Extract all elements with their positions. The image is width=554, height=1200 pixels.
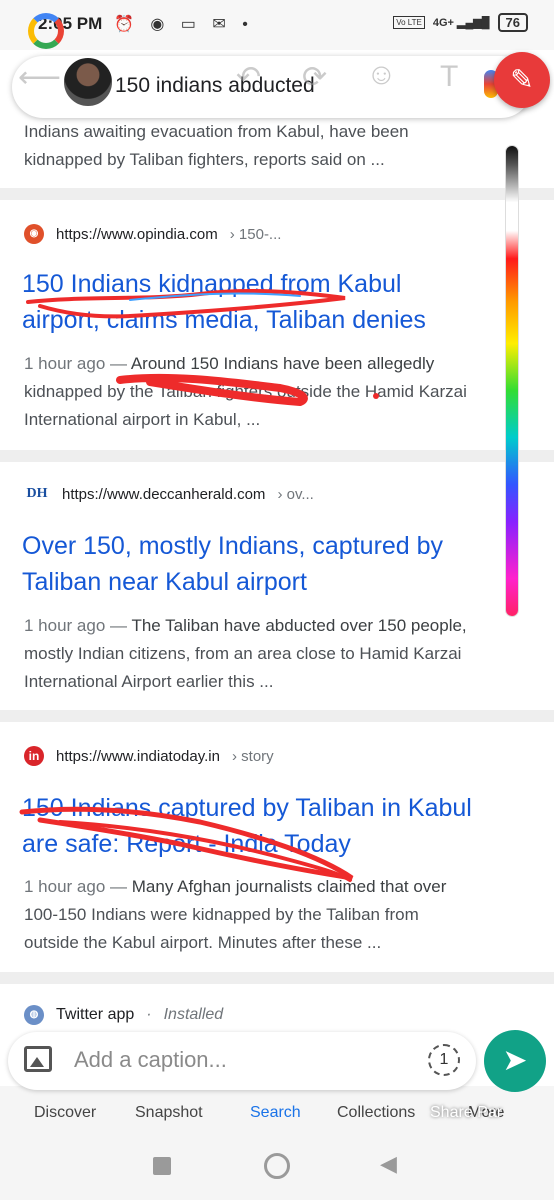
- recents-icon[interactable]: [153, 1157, 171, 1175]
- result-1-title-line2[interactable]: airport, claims media, Taliban denies: [22, 302, 512, 338]
- notification-icons: ⏰ ◉ ▭ ✉ •: [114, 16, 254, 33]
- twitter-app-row[interactable]: ◍ Twitter app · Installed: [24, 1005, 223, 1025]
- result-3-site[interactable]: in https://www.indiatoday.in › story: [24, 746, 274, 766]
- twitter-app-label: Twitter app: [56, 1006, 135, 1023]
- result-1-site[interactable]: ◉ https://www.opindia.com › 150-...: [24, 224, 281, 244]
- back-icon[interactable]: ◀: [380, 1151, 397, 1177]
- result-3-snippet-line1: 1 hour ago — Many Afghan journalists cla…: [24, 877, 447, 896]
- result-1-snippet-line3: International airport in Kabul, ...: [24, 410, 261, 429]
- twitter-separator: ·: [146, 1006, 152, 1023]
- emoji-icon[interactable]: ☺: [366, 58, 397, 92]
- deccanherald-favicon-icon: DH: [26, 486, 48, 501]
- back-arrow-icon[interactable]: ⟵: [18, 60, 61, 95]
- result-3-url: https://www.indiatoday.in: [56, 747, 220, 765]
- gallery-icon[interactable]: [24, 1046, 52, 1072]
- nav-collections[interactable]: Collections: [337, 1104, 415, 1122]
- result-2-snippet-line3: International Airport earlier this ...: [24, 672, 274, 691]
- indiatoday-favicon-icon: in: [24, 746, 44, 766]
- nav-search[interactable]: Search: [250, 1104, 301, 1122]
- result-2-title-line2[interactable]: Taliban near Kabul airport: [22, 564, 512, 600]
- result-2-title-line1[interactable]: Over 150, mostly Indians, captured by: [22, 528, 512, 564]
- volte-icon: Vo LTE: [393, 16, 425, 29]
- divider: [0, 188, 554, 200]
- result-2-crumb: › ov...: [277, 485, 314, 503]
- send-icon: ➤: [502, 1044, 528, 1077]
- result-1-snippet-line2: kidnapped by the Taliban fighters outsid…: [24, 382, 467, 401]
- search-query[interactable]: 150 indians abducted: [115, 74, 315, 98]
- color-picker-slider[interactable]: [505, 145, 519, 617]
- result-1-title-line1[interactable]: 150 Indians kidnapped from Kabul: [22, 266, 512, 302]
- result-3-title-line2[interactable]: are safe: Report - India Today: [22, 826, 512, 862]
- divider: [0, 710, 554, 722]
- send-button[interactable]: ➤: [484, 1030, 546, 1092]
- result-1-age: 1 hour ago —: [24, 354, 128, 373]
- avatar[interactable]: [62, 56, 114, 108]
- nav-discover[interactable]: Discover: [34, 1104, 96, 1122]
- undo-icon[interactable]: ↶: [236, 60, 261, 95]
- divider: [0, 972, 554, 984]
- result-1-url: https://www.opindia.com: [56, 225, 218, 243]
- result-3-age: 1 hour ago —: [24, 877, 128, 896]
- result-1-crumb: › 150-...: [229, 225, 282, 243]
- signal-icon: 4G+ ▂▄▆█: [432, 17, 490, 29]
- home-icon[interactable]: [264, 1153, 290, 1179]
- result-2-snippet-line2: mostly Indian citizens, from an area clo…: [24, 644, 462, 663]
- pencil-icon[interactable]: ✎: [494, 52, 550, 108]
- result-3-snippet-line2: 100-150 Indians were kidnapped by the Ta…: [24, 905, 419, 924]
- snippet-partial-line2: kidnapped by Taliban fighters, reports s…: [24, 150, 385, 169]
- status-right: Vo LTE 4G+ ▂▄▆█ 76: [393, 13, 528, 32]
- result-3-snippet-line3: outside the Kabul airport. Minutes after…: [24, 933, 382, 952]
- globe-icon: ◍: [24, 1005, 44, 1025]
- twitter-installed: Installed: [163, 1006, 224, 1023]
- result-2-site[interactable]: DH https://www.deccanherald.com › ov...: [24, 484, 314, 504]
- divider: [0, 450, 554, 462]
- result-2-url: https://www.deccanherald.com: [62, 485, 266, 503]
- view-once-timer-icon[interactable]: 1: [428, 1044, 460, 1076]
- share-label[interactable]: Share Par: [430, 1104, 502, 1122]
- crop-rotate-icon[interactable]: ⟳: [302, 60, 327, 95]
- battery-icon: 76: [497, 13, 528, 32]
- caption-input[interactable]: Add a caption...: [74, 1047, 227, 1073]
- opindia-favicon-icon: ◉: [24, 224, 44, 244]
- nav-snapshot[interactable]: Snapshot: [135, 1104, 203, 1122]
- snippet-partial-line1: Indians awaiting evacuation from Kabul, …: [24, 122, 409, 141]
- text-tool-icon[interactable]: T: [440, 60, 458, 94]
- google-logo-icon: [28, 13, 64, 49]
- result-3-crumb: › story: [231, 747, 274, 765]
- status-bar: 2:05 PM ⏰ ◉ ▭ ✉ • Vo LTE 4G+ ▂▄▆█ 76: [0, 0, 554, 50]
- result-2-snippet-line1: 1 hour ago — The Taliban have abducted o…: [24, 616, 467, 635]
- result-2-age: 1 hour ago —: [24, 616, 128, 635]
- result-3-title-line1[interactable]: 150 Indians captured by Taliban in Kabul: [22, 790, 512, 826]
- result-1-snippet-line1: 1 hour ago — Around 150 Indians have bee…: [24, 354, 435, 373]
